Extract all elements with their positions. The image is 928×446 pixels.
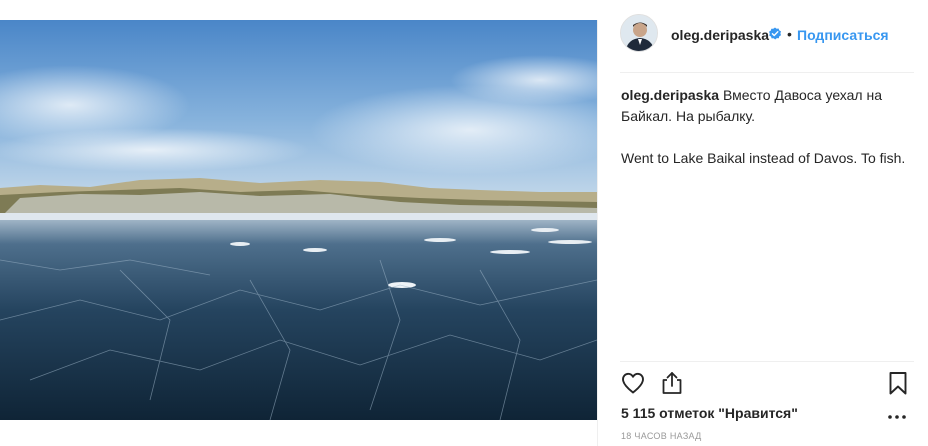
post-header: oleg.deripaska • Подписаться [598,14,928,73]
post-actions [598,368,928,402]
follow-button[interactable]: Подписаться [797,27,889,43]
avatar-portrait-icon [621,15,657,51]
header-username[interactable]: oleg.deripaska [671,27,769,43]
post-sidebar: oleg.deripaska • Подписаться oleg.deripa… [597,14,928,446]
save-button[interactable] [885,370,911,396]
share-icon [662,372,682,394]
actions-divider [620,361,914,362]
verified-badge-icon [768,27,782,41]
like-button[interactable] [620,370,646,396]
avatar[interactable] [620,14,658,52]
share-button[interactable] [659,370,685,396]
header-divider [620,72,914,73]
post-timestamp[interactable]: 18 ЧАСОВ НАЗАД [621,431,702,441]
bookmark-icon [889,372,907,395]
caption-text-en: Went to Lake Baikal instead of Davos. To… [621,150,906,166]
more-icon [888,415,906,419]
likes-count[interactable]: 5 115 отметок "Нравится" [621,405,798,421]
more-options-button[interactable] [887,409,907,419]
instagram-post: oleg.deripaska • Подписаться oleg.deripa… [0,14,928,446]
post-photo[interactable] [0,20,597,420]
lake-baikal-photo [0,20,597,420]
post-caption: oleg.deripaska Вместо Давоса уехал на Ба… [621,85,921,169]
caption-username[interactable]: oleg.deripaska [621,87,719,103]
heart-outline-icon [622,372,644,394]
header-separator: • [787,26,792,42]
